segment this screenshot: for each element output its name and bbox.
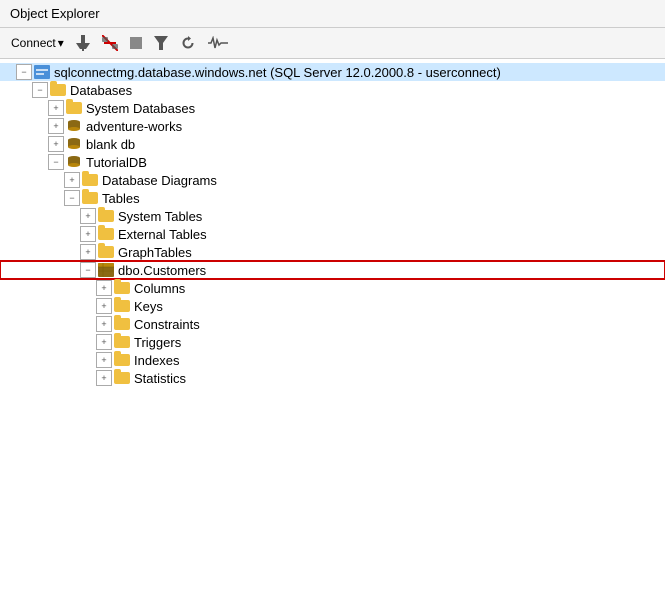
- tables-folder-icon: [82, 192, 98, 204]
- statistics-folder-icon: [114, 372, 130, 384]
- constraints-label: Constraints: [134, 317, 200, 332]
- constraints-folder-icon: [114, 318, 130, 330]
- blank-db-label: blank db: [86, 137, 135, 152]
- graph-tables-node[interactable]: + GraphTables: [0, 243, 665, 261]
- window-title: Object Explorer: [10, 6, 100, 21]
- columns-folder-icon: [114, 282, 130, 294]
- system-databases-folder-icon: [66, 102, 82, 114]
- refresh-button[interactable]: [175, 32, 201, 54]
- system-tables-label: System Tables: [118, 209, 202, 224]
- database-diagrams-expand-btn[interactable]: +: [64, 172, 80, 188]
- database-diagrams-label: Database Diagrams: [102, 173, 217, 188]
- statistics-label: Statistics: [134, 371, 186, 386]
- tutorialdb-label: TutorialDB: [86, 155, 147, 170]
- stop-button[interactable]: [125, 34, 147, 52]
- adventure-works-label: adventure-works: [86, 119, 182, 134]
- external-tables-node[interactable]: + External Tables: [0, 225, 665, 243]
- activity-icon: [208, 36, 228, 50]
- title-bar: Object Explorer: [0, 0, 665, 28]
- triggers-folder-icon: [114, 336, 130, 348]
- pin-icon: [76, 35, 90, 51]
- adventure-works-db-icon: [66, 119, 82, 133]
- indexes-expand-btn[interactable]: +: [96, 352, 112, 368]
- filter-connections-button[interactable]: [71, 32, 95, 54]
- columns-expand-btn[interactable]: +: [96, 280, 112, 296]
- keys-node[interactable]: + Keys: [0, 297, 665, 315]
- columns-label: Columns: [134, 281, 185, 296]
- tables-label: Tables: [102, 191, 140, 206]
- columns-node[interactable]: + Columns: [0, 279, 665, 297]
- external-tables-expand-btn[interactable]: +: [80, 226, 96, 242]
- connect-label: Connect: [11, 36, 56, 50]
- constraints-expand-btn[interactable]: +: [96, 316, 112, 332]
- keys-expand-btn[interactable]: +: [96, 298, 112, 314]
- server-node[interactable]: − sqlconnectmg.database.windows.net (SQL…: [0, 63, 665, 81]
- system-tables-expand-btn[interactable]: +: [80, 208, 96, 224]
- keys-label: Keys: [134, 299, 163, 314]
- blank-db-node[interactable]: + blank db: [0, 135, 665, 153]
- external-tables-folder-icon: [98, 228, 114, 240]
- indexes-node[interactable]: + Indexes: [0, 351, 665, 369]
- statistics-expand-btn[interactable]: +: [96, 370, 112, 386]
- connect-button[interactable]: Connect ▾: [6, 33, 69, 53]
- triggers-node[interactable]: + Triggers: [0, 333, 665, 351]
- graph-tables-label: GraphTables: [118, 245, 192, 260]
- dbo-customers-table-icon: [98, 263, 114, 277]
- tables-node[interactable]: − Tables: [0, 189, 665, 207]
- statistics-node[interactable]: + Statistics: [0, 369, 665, 387]
- activity-monitor-button[interactable]: [203, 33, 233, 53]
- system-tables-folder-icon: [98, 210, 114, 222]
- databases-expand-btn[interactable]: −: [32, 82, 48, 98]
- server-icon: [34, 65, 50, 79]
- database-diagrams-folder-icon: [82, 174, 98, 186]
- databases-folder-icon: [50, 84, 66, 96]
- filter-icon: [154, 36, 168, 50]
- tutorialdb-expand-btn[interactable]: −: [48, 154, 64, 170]
- tables-expand-btn[interactable]: −: [64, 190, 80, 206]
- system-databases-label: System Databases: [86, 101, 195, 116]
- external-tables-label: External Tables: [118, 227, 207, 242]
- databases-label: Databases: [70, 83, 132, 98]
- graph-tables-folder-icon: [98, 246, 114, 258]
- dbo-customers-node[interactable]: − dbo.Customers: [0, 261, 665, 279]
- system-databases-expand-btn[interactable]: +: [48, 100, 64, 116]
- adventure-works-expand-btn[interactable]: +: [48, 118, 64, 134]
- databases-node[interactable]: − Databases: [0, 81, 665, 99]
- dbo-customers-label: dbo.Customers: [118, 263, 206, 278]
- constraints-node[interactable]: + Constraints: [0, 315, 665, 333]
- dbo-customers-expand-btn[interactable]: −: [80, 262, 96, 278]
- server-label: sqlconnectmg.database.windows.net (SQL S…: [54, 65, 501, 80]
- triggers-label: Triggers: [134, 335, 181, 350]
- server-expand-btn[interactable]: −: [16, 64, 32, 80]
- refresh-icon: [180, 35, 196, 51]
- graph-tables-expand-btn[interactable]: +: [80, 244, 96, 260]
- filter-button[interactable]: [149, 33, 173, 53]
- toolbar: Connect ▾: [0, 28, 665, 59]
- triggers-expand-btn[interactable]: +: [96, 334, 112, 350]
- system-tables-node[interactable]: + System Tables: [0, 207, 665, 225]
- database-diagrams-node[interactable]: + Database Diagrams: [0, 171, 665, 189]
- tutorialdb-node[interactable]: − TutorialDB: [0, 153, 665, 171]
- keys-folder-icon: [114, 300, 130, 312]
- object-explorer-tree[interactable]: − sqlconnectmg.database.windows.net (SQL…: [0, 59, 665, 590]
- connect-dropdown-arrow: ▾: [58, 36, 64, 50]
- blank-db-icon: [66, 137, 82, 151]
- disconnect-icon: [102, 35, 118, 51]
- stop-icon: [130, 37, 142, 49]
- indexes-label: Indexes: [134, 353, 180, 368]
- disconnect-button[interactable]: [97, 32, 123, 54]
- blank-db-expand-btn[interactable]: +: [48, 136, 64, 152]
- adventure-works-node[interactable]: + adventure-works: [0, 117, 665, 135]
- indexes-folder-icon: [114, 354, 130, 366]
- tutorialdb-icon: [66, 155, 82, 169]
- system-databases-node[interactable]: + System Databases: [0, 99, 665, 117]
